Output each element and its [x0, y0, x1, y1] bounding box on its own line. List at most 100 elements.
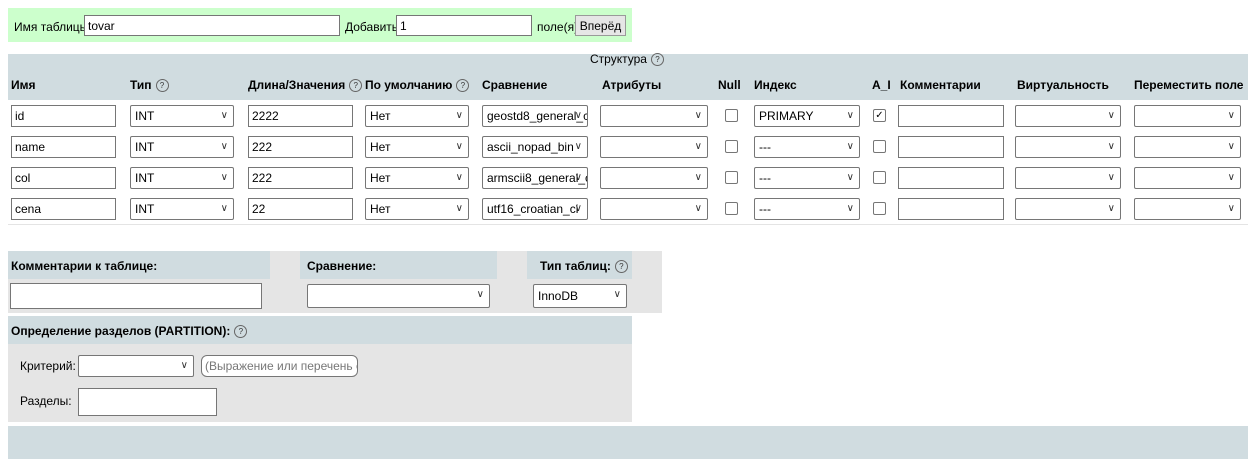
field-virtuality-select[interactable]: ∨	[1015, 167, 1121, 189]
field-attributes-select[interactable]: ∨	[600, 167, 708, 189]
field-collation-select[interactable]: utf16_croatian_ci ∨	[482, 198, 588, 220]
filler-cell	[632, 251, 662, 279]
help-icon[interactable]: ?	[234, 325, 248, 339]
field-null-checkbox[interactable]	[725, 171, 738, 184]
go-button[interactable]: Вперёд	[575, 15, 626, 36]
col-header-type-label: Тип	[130, 78, 152, 92]
field-index-select-value: ---	[759, 140, 771, 154]
chevron-down-icon: ∨	[180, 360, 188, 371]
table-collation-label: Сравнение:	[307, 259, 377, 273]
field-null-checkbox[interactable]	[725, 202, 738, 215]
field-move-select[interactable]: ∨	[1134, 105, 1241, 127]
field-type-select[interactable]: INT ∨	[130, 198, 234, 220]
field-ai-checkbox[interactable]: ✓	[873, 109, 886, 122]
field-move-select[interactable]: ∨	[1134, 167, 1241, 189]
help-icon[interactable]: ?	[155, 79, 169, 93]
field-type-select[interactable]: INT ∨	[130, 105, 234, 127]
chevron-down-icon: ∨	[220, 110, 228, 121]
partition-title-text: Определение разделов (PARTITION):	[11, 324, 231, 338]
chevron-down-icon: ∨	[1227, 110, 1235, 121]
chevron-down-icon: ∨	[455, 172, 463, 183]
field-comment-input[interactable]	[898, 136, 1004, 158]
col-header-comments: Комментарии	[900, 78, 981, 92]
field-name-input[interactable]: name	[11, 136, 116, 158]
field-type-select[interactable]: INT ∨	[130, 167, 234, 189]
add-fields-count-input[interactable]: 1	[396, 15, 532, 36]
field-move-select[interactable]: ∨	[1134, 198, 1241, 220]
field-length-input[interactable]: 222	[248, 167, 353, 189]
field-type-select[interactable]: INT ∨	[130, 136, 234, 158]
field-default-select-value: Нет	[370, 109, 391, 123]
field-type-select-value: INT	[135, 202, 155, 216]
field-virtuality-select[interactable]: ∨	[1015, 136, 1121, 158]
table-engine-label-text: Тип таблиц:	[540, 259, 611, 273]
field-default-select[interactable]: Нет ∨	[365, 167, 469, 189]
field-name-input[interactable]: id	[11, 105, 116, 127]
field-null-checkbox[interactable]	[725, 140, 738, 153]
help-icon[interactable]: ?	[650, 53, 664, 67]
field-collation-select[interactable]: armscii8_general_ci ∨	[482, 167, 588, 189]
field-length-input[interactable]: 2222	[248, 105, 353, 127]
chevron-down-icon: ∨	[455, 141, 463, 152]
field-comment-input[interactable]	[898, 167, 1004, 189]
field-index-select[interactable]: --- ∨	[754, 136, 860, 158]
table-name-input[interactable]: tovar	[84, 15, 340, 36]
chevron-down-icon: ∨	[694, 203, 702, 214]
help-icon[interactable]: ?	[349, 79, 363, 93]
field-length-input[interactable]: 222	[248, 136, 353, 158]
table-collation-select[interactable]: ∨	[307, 284, 490, 308]
table-engine-label: Тип таблиц:?	[540, 259, 628, 274]
field-default-select-value: Нет	[370, 140, 391, 154]
field-null-checkbox[interactable]	[725, 109, 738, 122]
field-ai-checkbox[interactable]	[873, 202, 886, 215]
field-type-select-value: INT	[135, 109, 155, 123]
field-length-input[interactable]: 22	[248, 198, 353, 220]
chevron-down-icon: ∨	[1107, 172, 1115, 183]
field-collation-select[interactable]: geostd8_general_ci ∨	[482, 105, 588, 127]
field-comment-input[interactable]	[898, 105, 1004, 127]
chevron-down-icon: ∨	[694, 172, 702, 183]
col-header-null: Null	[718, 78, 741, 92]
chevron-down-icon: ∨	[574, 172, 582, 183]
chevron-down-icon: ∨	[476, 289, 484, 300]
field-default-select[interactable]: Нет ∨	[365, 105, 469, 127]
footer-bar	[8, 426, 1248, 459]
help-icon[interactable]: ?	[614, 260, 628, 274]
col-header-type: Тип?	[130, 78, 169, 93]
field-default-select[interactable]: Нет ∨	[365, 198, 469, 220]
fields-suffix-label: поле(я)	[537, 20, 579, 34]
field-name-input[interactable]: col	[11, 167, 116, 189]
chevron-down-icon: ∨	[574, 141, 582, 152]
chevron-down-icon: ∨	[846, 172, 854, 183]
field-index-select[interactable]: --- ∨	[754, 167, 860, 189]
table-engine-select[interactable]: InnoDB ∨	[533, 284, 627, 308]
field-ai-checkbox[interactable]	[873, 171, 886, 184]
field-name-input[interactable]: cena	[11, 198, 116, 220]
chevron-down-icon: ∨	[1107, 203, 1115, 214]
field-index-select[interactable]: --- ∨	[754, 198, 860, 220]
field-comment-input[interactable]	[898, 198, 1004, 220]
field-ai-checkbox[interactable]	[873, 140, 886, 153]
field-attributes-select[interactable]: ∨	[600, 198, 708, 220]
chevron-down-icon: ∨	[574, 203, 582, 214]
field-collation-select[interactable]: ascii_nopad_bin ∨	[482, 136, 588, 158]
table-comments-input[interactable]	[10, 283, 262, 309]
field-index-select[interactable]: PRIMARY ∨	[754, 105, 860, 127]
field-attributes-select[interactable]: ∨	[600, 136, 708, 158]
col-header-default: По умолчанию?	[365, 78, 470, 93]
chevron-down-icon: ∨	[1227, 172, 1235, 183]
field-virtuality-select[interactable]: ∨	[1015, 198, 1121, 220]
field-type-select-value: INT	[135, 171, 155, 185]
field-virtuality-select[interactable]: ∨	[1015, 105, 1121, 127]
field-index-select-value: ---	[759, 171, 771, 185]
chevron-down-icon: ∨	[220, 172, 228, 183]
partition-expression-input[interactable]: (Выражение или перечень с	[201, 355, 358, 377]
field-attributes-select[interactable]: ∨	[600, 105, 708, 127]
chevron-down-icon: ∨	[846, 110, 854, 121]
partition-criteria-select[interactable]: ∨	[78, 355, 194, 377]
field-default-select[interactable]: Нет ∨	[365, 136, 469, 158]
field-move-select[interactable]: ∨	[1134, 136, 1241, 158]
help-icon[interactable]: ?	[456, 79, 470, 93]
partition-count-input[interactable]	[78, 388, 217, 416]
col-header-collation: Сравнение	[482, 78, 548, 92]
